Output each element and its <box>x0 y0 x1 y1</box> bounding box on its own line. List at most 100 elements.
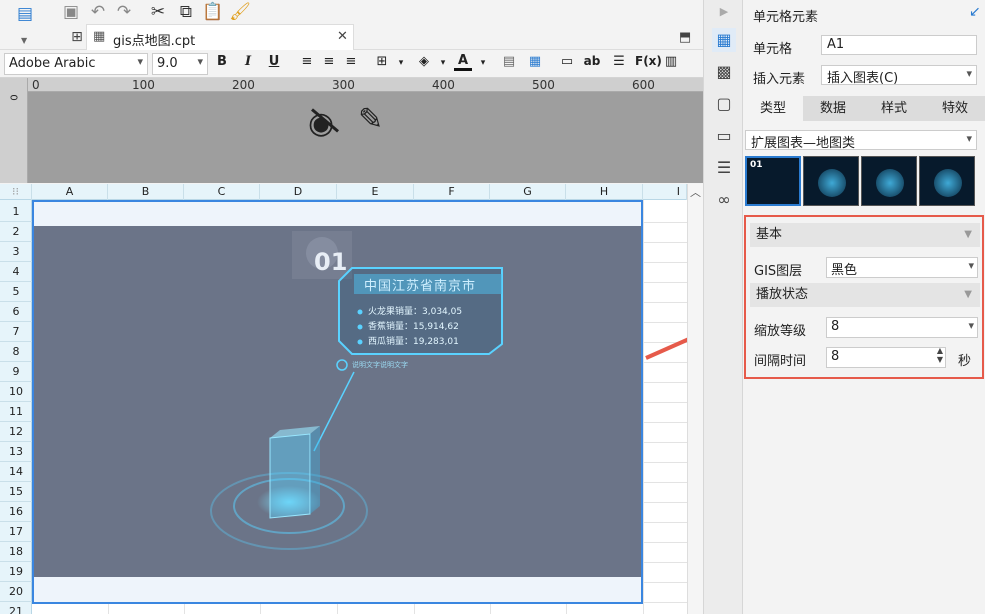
row-header-cell[interactable]: 14 <box>0 462 32 482</box>
row-header-cell[interactable]: 7 <box>0 322 32 342</box>
row-header-cell[interactable]: 17 <box>0 522 32 542</box>
widget-icon[interactable]: ▭ <box>712 124 736 148</box>
gis-layer-select[interactable]: 黑色 ▾ <box>826 257 978 278</box>
condition-icon[interactable]: ☰ <box>712 156 736 180</box>
chart-thumb-4[interactable] <box>919 156 975 206</box>
row-header-cell[interactable]: 9 <box>0 362 32 382</box>
italic-button[interactable]: I <box>239 54 257 69</box>
tab-gis-file[interactable]: ▦ gis点地图.cpt ✕ <box>86 24 354 50</box>
redo-icon[interactable]: ↷ <box>113 1 135 23</box>
row-header-cell[interactable]: 5 <box>0 282 32 302</box>
fill-caret-icon[interactable]: ▾ <box>434 58 452 68</box>
row-header-cell[interactable]: 10 <box>0 382 32 402</box>
row-header-cell[interactable]: 12 <box>0 422 32 442</box>
paragraph-icon[interactable]: ☰ <box>610 54 628 69</box>
insert-element-select[interactable]: 插入图表(C) ▾ <box>821 65 977 86</box>
grid-view-icon[interactable]: ⊞ <box>66 26 88 48</box>
undo-icon[interactable]: ↶ <box>87 1 109 23</box>
dock-arrow-icon[interactable]: ↙ <box>969 4 981 20</box>
underline-button[interactable]: U <box>265 54 283 69</box>
text-field-icon[interactable]: ▭ <box>558 54 576 69</box>
tab-effect[interactable]: 特效 <box>925 96 985 121</box>
select-all-corner[interactable]: ⁝⁝ <box>0 184 32 200</box>
merge-cells-icon[interactable]: ▤ <box>500 54 518 69</box>
chart-type-select[interactable]: 扩展图表—地图类 ▾ <box>745 130 977 151</box>
font-size-select[interactable]: 9.0 ▾ <box>152 53 208 75</box>
row-header-cell[interactable]: 18 <box>0 542 32 562</box>
font-color-caret-icon[interactable]: ▾ <box>474 58 492 68</box>
formula-button[interactable]: F(x) <box>635 54 662 68</box>
app-menu-caret-icon[interactable]: ▼ <box>21 36 27 45</box>
column-header-cell[interactable]: G <box>490 184 566 200</box>
align-center-icon[interactable]: ≡ <box>320 54 338 69</box>
cell-attribute-icon[interactable]: ▩ <box>712 60 736 84</box>
border-icon[interactable]: ⊞ <box>373 54 391 69</box>
vertical-scrollbar[interactable]: ︿ <box>687 184 703 614</box>
section-basic[interactable]: 基本 ▼ <box>750 223 980 247</box>
font-color-icon[interactable]: A <box>454 54 472 71</box>
chevron-down-icon: ▾ <box>137 55 143 68</box>
font-family-select[interactable]: Adobe Arabic ▾ <box>4 53 148 75</box>
edit-pencil-icon[interactable]: ✎ <box>358 102 383 137</box>
cell-field[interactable]: A1 <box>821 35 977 55</box>
column-header-cell[interactable]: H <box>566 184 643 200</box>
scroll-up-icon[interactable]: ︿ <box>690 184 701 200</box>
text-wrap-icon[interactable]: ab <box>583 54 601 68</box>
chart-city-label: 中国江苏省南京市 <box>364 279 477 294</box>
zoom-level-select[interactable]: 8 ▾ <box>826 317 978 338</box>
row-header-cell[interactable]: 13 <box>0 442 32 462</box>
hyperlink-icon[interactable]: ∞ <box>712 188 736 212</box>
row-header-cell[interactable]: 20 <box>0 582 32 602</box>
row-header-cell[interactable]: 11 <box>0 402 32 422</box>
border-caret-icon[interactable]: ▾ <box>392 58 410 68</box>
row-header-cell[interactable]: 19 <box>0 562 32 582</box>
row-header-cell[interactable]: 2 <box>0 222 32 242</box>
section-play-state[interactable]: 播放状态 ▼ <box>750 283 980 307</box>
row-header-cell[interactable]: 1 <box>0 202 32 222</box>
property-icon-bar: ▶ ▦ ▩ ▢ ▭ ☰ ∞ <box>703 0 743 614</box>
copy-icon[interactable]: ⧉ <box>175 1 197 23</box>
interval-input[interactable]: 8 ▲ ▼ <box>826 346 946 368</box>
caret-down-icon: ▼ <box>964 229 972 240</box>
chevron-down-icon: ▾ <box>968 319 974 332</box>
column-header-cell[interactable]: C <box>184 184 260 200</box>
row-header-cell[interactable]: 8 <box>0 342 32 362</box>
row-header-cell[interactable]: 4 <box>0 262 32 282</box>
tab-menu-icon[interactable]: ⬒ <box>674 26 696 48</box>
bold-button[interactable]: B <box>213 54 231 69</box>
tab-data[interactable]: 数据 <box>803 96 863 121</box>
save-icon[interactable]: ▣ <box>60 1 82 23</box>
format-brush-icon[interactable]: 🖌 <box>229 1 251 23</box>
align-left-icon[interactable]: ≡ <box>298 54 316 69</box>
float-element-icon[interactable]: ▢ <box>712 92 736 116</box>
close-tab-icon[interactable]: ✕ <box>337 29 348 44</box>
app-menu-icon[interactable]: ▤ <box>14 3 36 25</box>
tab-type[interactable]: 类型 <box>743 96 803 121</box>
chart-icon[interactable]: ▥ <box>662 54 680 69</box>
column-header-cell[interactable]: A <box>32 184 108 200</box>
chart-thumb-1[interactable]: 01 <box>745 156 801 206</box>
paste-icon[interactable]: 📋 <box>202 1 224 23</box>
collapse-arrow-icon[interactable]: ▶ <box>712 0 736 24</box>
chart-thumb-2[interactable] <box>803 156 859 206</box>
column-header-cell[interactable]: B <box>108 184 184 200</box>
column-header-cell[interactable]: F <box>414 184 490 200</box>
row-header-cell[interactable]: 16 <box>0 502 32 522</box>
row-header-cell[interactable]: 15 <box>0 482 32 502</box>
row-header-cell[interactable]: 6 <box>0 302 32 322</box>
split-cells-icon[interactable]: ▦ <box>526 54 544 69</box>
column-header-cell[interactable]: E <box>337 184 414 200</box>
spinner-icon[interactable]: ▲ ▼ <box>937 346 943 364</box>
cut-icon[interactable]: ✂ <box>147 1 169 23</box>
column-header-cell[interactable]: D <box>260 184 337 200</box>
chart-thumb-3[interactable] <box>861 156 917 206</box>
gis-map-chart[interactable]: 01 中国江苏省南京市 火龙果销量：3,034,05 香蕉销量：15,914,6… <box>34 226 641 577</box>
align-right-icon[interactable]: ≡ <box>342 54 360 69</box>
cell-element-icon[interactable]: ▦ <box>712 28 736 52</box>
row-header-cell[interactable]: 3 <box>0 242 32 262</box>
thumb-badge: 01 <box>750 160 763 170</box>
row-header-cell[interactable]: 21 <box>0 602 32 614</box>
tab-style[interactable]: 样式 <box>864 96 924 121</box>
fill-color-icon[interactable]: ◈ <box>415 54 433 69</box>
column-header-cell[interactable]: I <box>643 184 687 200</box>
